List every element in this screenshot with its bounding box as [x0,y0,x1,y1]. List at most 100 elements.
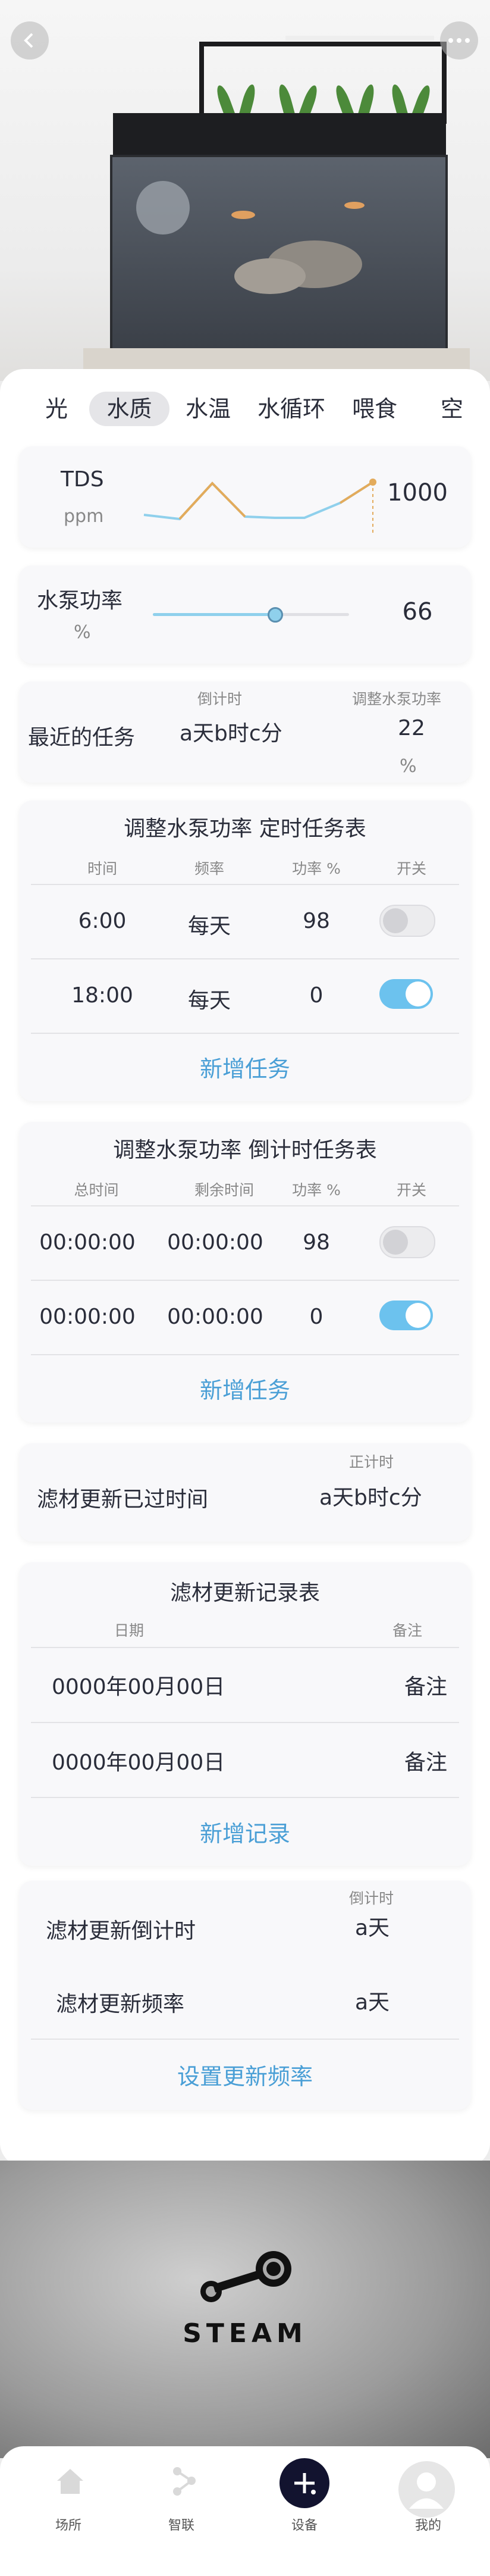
rock [234,258,306,294]
filter-elapsed-card: 滤材更新已过时间 正计时 a天b时c分 [19,1443,471,1542]
filter-records-card: 滤材更新记录表 日期 备注 0000年00月00日 备注 0000年00月00日… [19,1562,471,1866]
col-header-time: 时间 [87,860,117,877]
row-toggle[interactable] [379,1300,433,1330]
col-header-power: 功率 % [292,1181,341,1199]
filter-countdown-title: 滤材更新倒计时 [46,1919,196,1943]
add-task-button[interactable]: 新增任务 [19,1051,471,1083]
row-power: 0 [309,1305,323,1329]
filter-records-title: 滤材更新记录表 [169,1581,320,1605]
tab-water-temp[interactable]: 水温 [178,392,238,426]
tds-trend-chart [143,479,376,533]
pump-power-value: 66 [402,598,433,626]
row-total: 00:00:00 [39,1305,136,1329]
divider [31,1280,459,1281]
back-button[interactable] [11,21,49,60]
tab-air[interactable]: 空 [431,392,473,426]
row-remaining: 00:00:00 [167,1230,263,1255]
tab-circulation[interactable]: 水循环 [250,392,333,426]
nav-item-smart[interactable]: 智联 [140,2464,223,2541]
ellipsis-icon [448,38,470,43]
adjust-value: 22 [398,716,425,740]
recent-task-card: 最近的任务 倒计时 a天b时c分 调整水泵功率 22 % [19,681,471,783]
col-header-remaining: 剩余时间 [194,1181,254,1199]
row-toggle[interactable] [379,905,435,937]
row-remaining: 00:00:00 [167,1305,263,1329]
tab-light[interactable]: 光 [36,392,77,426]
nav-item-profile[interactable]: 我的 [387,2461,470,2544]
divider [31,1722,459,1723]
slider-handle[interactable] [267,607,283,623]
user-icon [398,2461,455,2518]
adjust-label: 调整水泵功率 [352,690,442,708]
tds-title: TDS [61,467,104,492]
countdown-label: 倒计时 [197,690,243,708]
nav-label-devices: 设备 [291,2518,318,2533]
filter-elapsed-title: 滤材更新已过时间 [37,1487,209,1512]
schedule-title: 调整水泵功率 定时任务表 [124,817,366,841]
pump-power-slider[interactable] [153,607,349,623]
row-total: 00:00:00 [39,1230,136,1255]
tab-water-quality[interactable]: 水质 [89,392,169,426]
nav-label-smart: 智联 [168,2518,194,2533]
tds-card[interactable]: TDS ppm 1000 [19,446,471,548]
divider [31,1033,459,1034]
add-record-button[interactable]: 新增记录 [19,1815,471,1848]
row-power: 98 [303,1230,330,1255]
tab-feeding[interactable]: 喂食 [345,392,404,426]
pump-power-unit: % [74,622,91,643]
set-frequency-button[interactable]: 设置更新频率 [19,2058,471,2091]
row-date: 0000年00月00日 [52,1750,225,1775]
fish-icon [231,211,255,219]
divider [31,958,459,959]
add-countdown-task-button[interactable]: 新增任务 [19,1372,471,1405]
elapsed-label: 正计时 [349,1453,394,1471]
col-header-total: 总时间 [74,1181,119,1199]
filter-frequency-title: 滤材更新频率 [56,1992,185,2017]
recent-task-title: 最近的任务 [28,726,136,750]
steam-logo-icon [200,2251,291,2302]
divider [31,1797,459,1798]
countdown-table-title: 调整水泵功率 倒计时任务表 [113,1138,377,1162]
tank-light [285,36,434,40]
divider [31,2039,459,2040]
nav-label-places: 场所 [55,2518,81,2533]
row-power: 98 [303,909,330,933]
tank-stand [83,348,470,372]
steam-brand-text: STEAM [183,2318,307,2349]
filter-frequency-value: a天 [355,1990,390,2015]
filter-icon [136,181,190,235]
share-icon [173,2467,196,2496]
tds-unit: ppm [64,506,104,527]
row-toggle[interactable] [379,1226,435,1258]
pump-power-title: 水泵功率 [37,589,123,613]
col-header-frequency: 频率 [194,860,224,877]
more-button[interactable] [440,21,478,60]
steam-banner[interactable]: STEAM [0,2161,490,2458]
row-frequency: 每天 [187,914,231,939]
chevron-left-icon [24,33,33,48]
pump-power-card: 水泵功率 % 66 [19,565,471,664]
tds-trend-line [143,481,374,521]
elapsed-value: a天b时c分 [319,1486,422,1510]
plus-icon [279,2458,329,2508]
filter-countdown-value: a天 [355,1916,390,1940]
nav-item-places[interactable]: 场所 [27,2464,110,2541]
col-header-switch: 开关 [396,860,426,877]
tds-value: 1000 [387,479,448,507]
row-toggle[interactable] [379,979,433,1009]
row-power: 0 [309,983,323,1008]
filter-countdown-label: 倒计时 [349,1890,394,1907]
adjust-unit: % [400,756,417,777]
divider [31,1354,459,1355]
col-header-power: 功率 % [292,860,341,877]
row-time: 18:00 [71,983,133,1008]
schedule-table-card: 调整水泵功率 定时任务表 时间 频率 功率 % 开关 6:00 每天 98 18… [19,801,471,1101]
row-time: 6:00 [78,909,127,933]
col-header-note: 备注 [392,1622,423,1639]
col-header-date: 日期 [114,1622,145,1639]
countdown-value: a天b时c分 [180,721,282,746]
nav-item-devices[interactable]: 设备 [262,2458,345,2541]
category-tabs: 光 水质 水温 水循环 喂食 空 [0,381,490,434]
tank-lid [113,113,446,161]
row-date: 0000年00月00日 [52,1675,225,1699]
